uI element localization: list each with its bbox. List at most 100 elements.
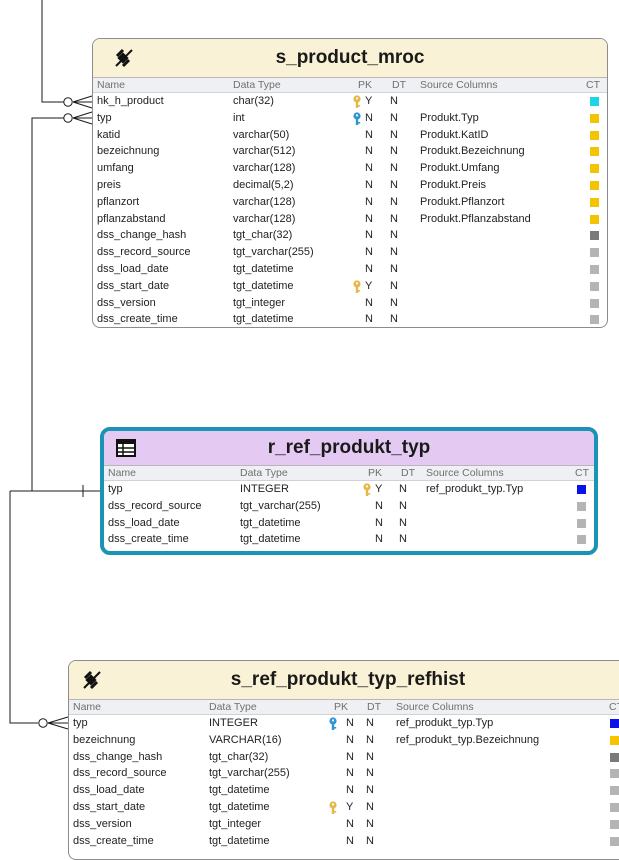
column-data-type: INTEGER bbox=[209, 717, 258, 729]
column-name: dss_start_date bbox=[73, 800, 146, 813]
column-type-swatch bbox=[590, 164, 599, 174]
column-type-swatch bbox=[610, 769, 619, 779]
column-pk-flag: Y bbox=[375, 483, 383, 495]
column-name: umfang bbox=[97, 162, 134, 175]
column-type-swatch bbox=[590, 264, 599, 274]
column-row[interactable]: typ int N N Produkt.Typ bbox=[93, 110, 607, 127]
column-data-type: varchar(512) bbox=[233, 145, 296, 158]
column-pk-flag: N bbox=[365, 128, 373, 141]
entity-r-ref-produkt-typ[interactable]: r_ref_produkt_typ Name Data Type PK DT S… bbox=[100, 427, 598, 555]
column-row[interactable]: dss_change_hash tgt_char(32) N N bbox=[93, 227, 607, 244]
column-row[interactable]: pflanzort varchar(128) N N Produkt.Pflanzort bbox=[93, 194, 607, 211]
column-type-swatch bbox=[610, 802, 619, 812]
column-data-type: varchar(50) bbox=[233, 128, 290, 141]
column-row[interactable]: typ INTEGER N Nref_produkt_typ.Typ bbox=[69, 715, 619, 732]
column-name: dss_start_date bbox=[97, 279, 170, 292]
col-source-header: Source Columns bbox=[426, 467, 504, 479]
column-rows: typ INTEGER Y Nref_produkt_typ.Typ dss_recor… bbox=[104, 481, 594, 548]
primary-key-icon bbox=[363, 483, 371, 496]
column-name: pflanzabstand bbox=[97, 212, 166, 225]
col-ct-header: CT bbox=[609, 701, 619, 713]
column-type-swatch bbox=[590, 147, 599, 157]
column-data-type: tgt_datetime bbox=[233, 262, 294, 275]
entity-header[interactable]: s_product_mroc bbox=[93, 39, 607, 78]
column-pk-flag: N bbox=[375, 533, 383, 546]
column-name: dss_change_hash bbox=[73, 750, 163, 763]
column-row[interactable]: bezeichnung VARCHAR(16) N Nref_produkt_typ.… bbox=[69, 732, 619, 749]
column-row[interactable]: dss_load_date tgt_datetime N N bbox=[69, 782, 619, 799]
column-name: dss_record_source bbox=[108, 499, 202, 512]
col-source-header: Source Columns bbox=[420, 79, 498, 91]
column-dt-flag: N bbox=[366, 784, 374, 797]
column-dt-flag: N bbox=[390, 178, 398, 191]
column-name: dss_record_source bbox=[73, 767, 167, 780]
col-pk-header: PK bbox=[358, 79, 373, 91]
column-name: dss_version bbox=[97, 296, 156, 309]
column-row[interactable]: dss_version tgt_integer N N bbox=[69, 816, 619, 833]
column-type-swatch bbox=[610, 836, 619, 846]
entity-s-product-mroc[interactable]: s_product_mroc Name Data Type PK DT Sour… bbox=[92, 38, 608, 328]
column-dt-flag: N bbox=[366, 750, 374, 763]
column-row[interactable]: dss_create_time tgt_datetime N N bbox=[69, 833, 619, 850]
column-data-type: char(32) bbox=[233, 95, 274, 107]
column-type-swatch bbox=[590, 97, 599, 106]
column-source: Produkt.Preis bbox=[420, 178, 487, 191]
column-source: Produkt.Pflanzabstand bbox=[420, 212, 531, 225]
column-pk-flag: N bbox=[365, 195, 373, 208]
column-dt-flag: N bbox=[390, 246, 398, 259]
entity-header[interactable]: s_ref_produkt_typ_refhist bbox=[69, 661, 619, 700]
col-ct-header: CT bbox=[575, 467, 589, 479]
column-source: Produkt.KatID bbox=[420, 128, 489, 141]
column-type-swatch bbox=[577, 518, 586, 528]
column-pk-flag: N bbox=[365, 111, 373, 124]
column-name: bezeichnung bbox=[97, 145, 160, 158]
column-row[interactable]: pflanzabstand varchar(128) N N Produkt.Pflan… bbox=[93, 211, 607, 228]
column-row[interactable]: dss_create_time tgt_datetime N N bbox=[104, 531, 594, 548]
column-row[interactable]: dss_record_source tgt_varchar(255) N N bbox=[104, 498, 594, 515]
column-row[interactable]: dss_version tgt_integer N N bbox=[93, 295, 607, 312]
column-source: ref_produkt_typ.Typ bbox=[426, 483, 524, 495]
column-row[interactable]: preis decimal(5,2) N N Produkt.Preis bbox=[93, 177, 607, 194]
column-row[interactable]: hk_h_product char(32) Y N bbox=[93, 93, 607, 110]
column-pk-flag: N bbox=[365, 145, 373, 158]
col-dt-header: DT bbox=[392, 79, 406, 91]
entity-s-ref-produkt-typ-refhist[interactable]: s_ref_produkt_typ_refhist Name Data Type… bbox=[68, 660, 619, 860]
column-row[interactable]: dss_record_source tgt_varchar(255) N N bbox=[69, 765, 619, 782]
column-row[interactable]: dss_change_hash tgt_char(32) N N bbox=[69, 749, 619, 766]
column-name: dss_change_hash bbox=[97, 229, 187, 242]
column-row[interactable]: dss_start_date tgt_datetime Y N bbox=[93, 278, 607, 295]
column-source: Produkt.Bezeichnung bbox=[420, 145, 525, 158]
column-row[interactable]: dss_load_date tgt_datetime N N bbox=[93, 261, 607, 278]
col-type-header: Data Type bbox=[240, 467, 288, 479]
column-type-swatch bbox=[610, 735, 619, 745]
column-type-swatch bbox=[590, 197, 599, 207]
column-type-swatch bbox=[577, 501, 586, 511]
column-pk-flag: N bbox=[365, 229, 373, 242]
col-ct-header: CT bbox=[586, 79, 600, 91]
column-data-type: tgt_datetime bbox=[240, 533, 301, 546]
column-row[interactable]: katid varchar(50) N N Produkt.KatID bbox=[93, 127, 607, 144]
column-header-row: Name Data Type PK DT Source Columns CT bbox=[104, 466, 594, 481]
column-row[interactable]: dss_record_source tgt_varchar(255) N N bbox=[93, 244, 607, 261]
column-name: katid bbox=[97, 128, 121, 141]
column-data-type: tgt_integer bbox=[233, 296, 285, 309]
column-type-swatch bbox=[590, 113, 599, 123]
column-row[interactable]: dss_start_date tgt_datetime Y N bbox=[69, 799, 619, 816]
column-row[interactable]: umfang varchar(128) N N Produkt.Umfang bbox=[93, 160, 607, 177]
column-row[interactable]: typ INTEGER Y Nref_produkt_typ.Typ bbox=[104, 481, 594, 498]
column-type-swatch bbox=[590, 180, 599, 190]
column-name: dss_create_time bbox=[108, 533, 189, 546]
column-name: dss_create_time bbox=[97, 313, 178, 326]
column-data-type: varchar(128) bbox=[233, 212, 296, 225]
col-source-header: Source Columns bbox=[396, 701, 474, 713]
column-name: typ bbox=[97, 111, 112, 124]
column-pk-flag: N bbox=[365, 178, 373, 191]
column-row[interactable]: dss_load_date tgt_datetime N N bbox=[104, 515, 594, 532]
column-name: bezeichnung bbox=[73, 733, 136, 746]
column-row[interactable]: dss_create_time tgt_datetime N N bbox=[93, 311, 607, 327]
column-name: dss_create_time bbox=[73, 834, 154, 847]
column-row[interactable]: bezeichnung varchar(512) N N Produkt.Bezeich… bbox=[93, 143, 607, 160]
column-dt-flag: N bbox=[390, 296, 398, 309]
column-pk-flag: N bbox=[346, 733, 354, 746]
entity-header[interactable]: r_ref_produkt_typ bbox=[104, 431, 594, 466]
